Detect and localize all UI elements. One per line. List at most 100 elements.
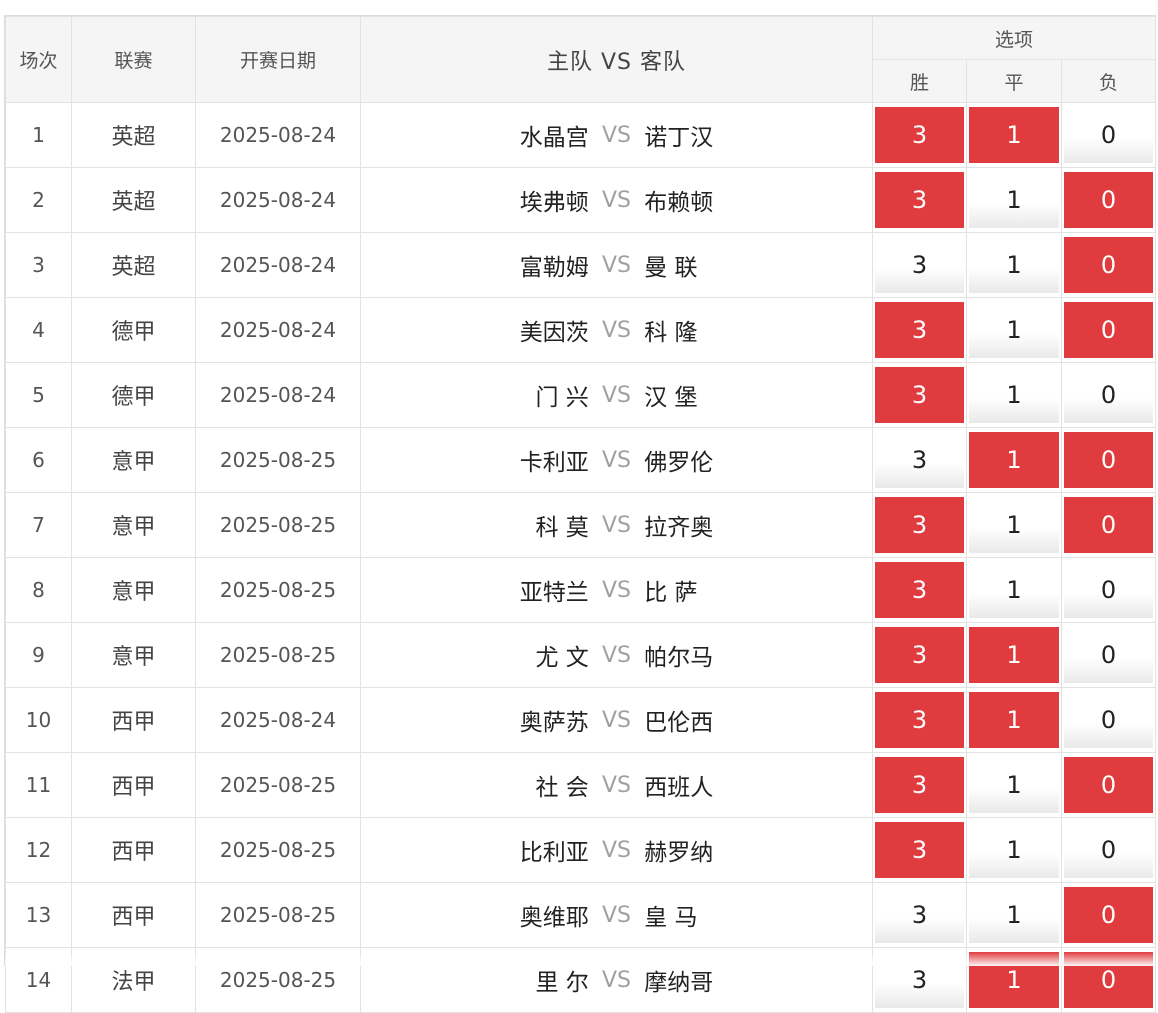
away-team: 摩纳哥 bbox=[644, 970, 714, 996]
away-label: 客队 bbox=[640, 49, 687, 75]
match-date: 2025-08-25 bbox=[195, 947, 361, 1013]
home-team: 卡利亚 bbox=[519, 450, 589, 476]
option-win-button[interactable]: 3 bbox=[875, 367, 964, 423]
match-teams: 门 兴 VS 汉 堡 bbox=[360, 362, 873, 428]
home-team: 门 兴 bbox=[535, 385, 589, 411]
option-draw-button[interactable]: 1 bbox=[969, 432, 1059, 488]
option-draw-button[interactable]: 1 bbox=[969, 822, 1059, 878]
option-lose-button[interactable]: 0 bbox=[1064, 822, 1154, 878]
option-cell-draw: 1 bbox=[966, 882, 1062, 948]
option-cell-win: 3 bbox=[872, 882, 967, 948]
match-date: 2025-08-25 bbox=[195, 622, 361, 688]
away-team: 赫罗纳 bbox=[644, 840, 714, 866]
match-teams: 科 莫 VS 拉齐奥 bbox=[360, 492, 873, 558]
option-draw-button[interactable]: 1 bbox=[969, 237, 1059, 293]
option-draw-button[interactable]: 1 bbox=[969, 952, 1059, 1008]
option-cell-draw: 1 bbox=[966, 947, 1062, 1013]
option-lose-button[interactable]: 0 bbox=[1064, 757, 1154, 813]
match-date: 2025-08-24 bbox=[195, 167, 361, 233]
match-index: 10 bbox=[5, 687, 72, 753]
option-cell-win: 3 bbox=[872, 362, 967, 428]
option-win-button[interactable]: 3 bbox=[875, 432, 964, 488]
option-cell-win: 3 bbox=[872, 427, 967, 493]
option-win-button[interactable]: 3 bbox=[875, 497, 964, 553]
option-win-button[interactable]: 3 bbox=[875, 237, 964, 293]
league-name: 德甲 bbox=[71, 362, 196, 428]
home-team: 亚特兰 bbox=[519, 580, 589, 606]
option-lose-button[interactable]: 0 bbox=[1064, 432, 1154, 488]
option-lose-button[interactable]: 0 bbox=[1064, 302, 1154, 358]
col-header-teams: 主队 VS 客队 bbox=[360, 16, 873, 103]
home-team: 美因茨 bbox=[519, 320, 589, 346]
table-row: 6 意甲 2025-08-25 卡利亚 VS 佛罗伦 3 1 0 bbox=[5, 427, 1157, 493]
match-teams: 尤 文 VS 帕尔马 bbox=[360, 622, 873, 688]
option-draw-button[interactable]: 1 bbox=[969, 367, 1059, 423]
option-win-button[interactable]: 3 bbox=[875, 172, 964, 228]
table-row: 3 英超 2025-08-24 富勒姆 VS 曼 联310 bbox=[5, 232, 1157, 298]
option-cell-draw: 1 bbox=[966, 687, 1062, 753]
option-lose-button[interactable]: 0 bbox=[1064, 172, 1154, 228]
option-win-button[interactable]: 3 bbox=[875, 562, 964, 618]
option-draw-button[interactable]: 1 bbox=[969, 692, 1059, 748]
home-team: 里 尔 bbox=[535, 970, 589, 996]
option-win-button[interactable]: 3 bbox=[875, 757, 964, 813]
home-team: 科 莫 bbox=[535, 515, 589, 541]
option-lose-button[interactable]: 0 bbox=[1064, 692, 1154, 748]
option-cell-win: 3 bbox=[872, 752, 967, 818]
table-row: 1 英超 2025-08-24 水晶宫 VS 诺丁汉 3 1 0 bbox=[5, 102, 1157, 168]
match-index: 13 bbox=[5, 882, 72, 948]
table-row: 2 英超 2025-08-24 埃弗顿 VS 布赖顿 3 1 0 bbox=[5, 167, 1157, 233]
option-cell-draw: 1 bbox=[966, 167, 1062, 233]
option-lose-button[interactable]: 0 bbox=[1064, 887, 1154, 943]
option-lose-button[interactable]: 0 bbox=[1064, 952, 1154, 1008]
option-win-button[interactable]: 3 bbox=[875, 692, 964, 748]
option-win-button[interactable]: 3 bbox=[875, 952, 964, 1008]
option-draw-button[interactable]: 1 bbox=[969, 757, 1059, 813]
option-cell-draw: 1 bbox=[966, 752, 1062, 818]
option-cell-draw: 1 bbox=[966, 232, 1062, 298]
option-cell-win: 3 bbox=[872, 817, 967, 883]
option-cell-lose: 0 bbox=[1060, 557, 1157, 623]
match-index: 11 bbox=[5, 752, 72, 818]
col-header-league: 联赛 bbox=[71, 16, 196, 103]
vs-separator: VS bbox=[601, 122, 631, 148]
option-draw-button[interactable]: 1 bbox=[969, 107, 1059, 163]
option-win-button[interactable]: 3 bbox=[875, 822, 964, 878]
option-lose-button[interactable]: 0 bbox=[1064, 562, 1154, 618]
option-draw-button[interactable]: 1 bbox=[969, 302, 1059, 358]
table-row: 13 西甲 2025-08-25 奥维耶 VS 皇 马 310 bbox=[5, 882, 1157, 948]
home-team: 尤 文 bbox=[535, 645, 589, 671]
match-index: 6 bbox=[5, 427, 72, 493]
option-cell-lose: 0 bbox=[1060, 297, 1157, 363]
option-draw-button[interactable]: 1 bbox=[969, 627, 1059, 683]
option-win-button[interactable]: 3 bbox=[875, 302, 964, 358]
match-date: 2025-08-25 bbox=[195, 492, 361, 558]
option-cell-draw: 1 bbox=[966, 297, 1062, 363]
away-team: 科 隆 bbox=[644, 320, 698, 346]
option-draw-button[interactable]: 1 bbox=[969, 172, 1059, 228]
option-lose-button[interactable]: 0 bbox=[1064, 497, 1154, 553]
option-lose-button[interactable]: 0 bbox=[1064, 107, 1154, 163]
option-cell-draw: 1 bbox=[966, 557, 1062, 623]
home-team: 富勒姆 bbox=[519, 255, 589, 281]
option-cell-lose: 0 bbox=[1060, 882, 1157, 948]
option-win-button[interactable]: 3 bbox=[875, 107, 964, 163]
option-cell-lose: 0 bbox=[1060, 752, 1157, 818]
col-header-date: 开赛日期 bbox=[195, 16, 361, 103]
option-draw-button[interactable]: 1 bbox=[969, 497, 1059, 553]
option-lose-button[interactable]: 0 bbox=[1064, 367, 1154, 423]
option-lose-button[interactable]: 0 bbox=[1064, 627, 1154, 683]
option-cell-draw: 1 bbox=[966, 102, 1062, 168]
option-draw-button[interactable]: 1 bbox=[969, 887, 1059, 943]
option-cell-draw: 1 bbox=[966, 362, 1062, 428]
home-team: 比利亚 bbox=[519, 840, 589, 866]
away-team: 曼 联 bbox=[644, 255, 698, 281]
option-win-button[interactable]: 3 bbox=[875, 887, 964, 943]
home-team: 社 会 bbox=[535, 775, 589, 801]
option-win-button[interactable]: 3 bbox=[875, 627, 964, 683]
match-index: 8 bbox=[5, 557, 72, 623]
vs-separator: VS bbox=[601, 252, 631, 278]
option-lose-button[interactable]: 0 bbox=[1064, 237, 1154, 293]
option-draw-button[interactable]: 1 bbox=[969, 562, 1059, 618]
table-row: 11 西甲 2025-08-25 社 会 VS 西班人 3 1 0 bbox=[5, 752, 1157, 818]
